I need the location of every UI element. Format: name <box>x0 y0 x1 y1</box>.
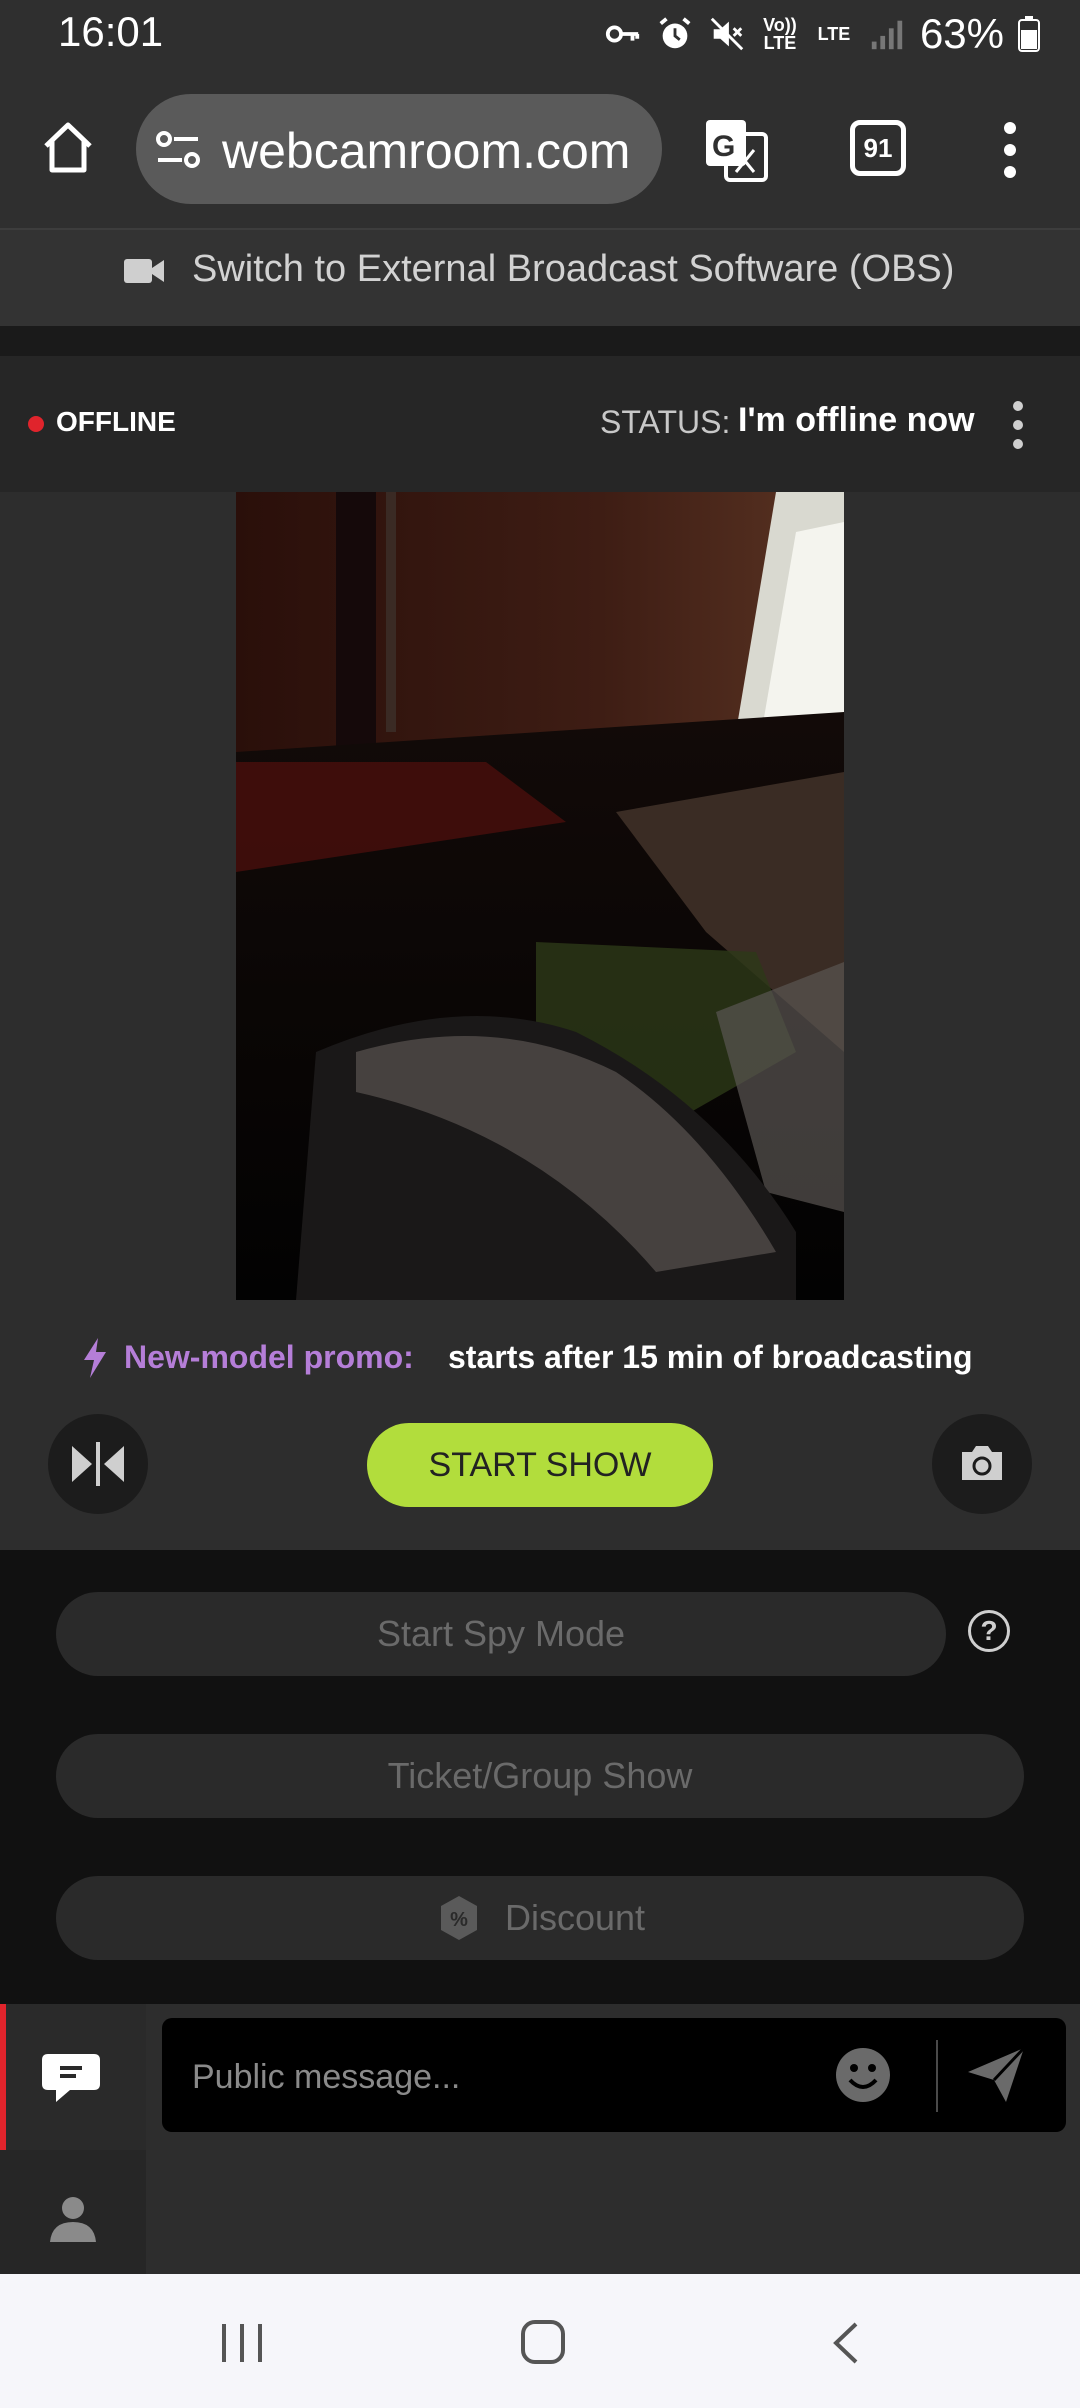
video-camera-icon <box>124 259 164 283</box>
home-nav-icon[interactable] <box>520 2318 566 2366</box>
tab-switcher-button[interactable]: 91 <box>850 120 906 176</box>
status-message[interactable]: I'm offline now <box>738 401 975 440</box>
lte-indicator: LTE <box>817 24 851 44</box>
start-show-button[interactable]: START SHOW <box>367 1423 713 1507</box>
clock-time: 16:01 <box>58 8 164 55</box>
url-text[interactable]: webcamroom.com <box>222 122 630 180</box>
translate-icon[interactable]: G <box>702 116 770 184</box>
status-more-icon[interactable] <box>1008 400 1028 450</box>
spy-mode-label: Start Spy Mode <box>376 1613 626 1654</box>
svg-text:G: G <box>712 130 735 163</box>
offline-indicator-dot <box>28 416 44 432</box>
emoji-icon[interactable] <box>834 2046 892 2104</box>
help-icon[interactable]: ? <box>968 1610 1010 1652</box>
user-icon <box>50 2197 96 2242</box>
switch-camera-button[interactable] <box>932 1414 1032 1514</box>
promo-text: starts after 15 min of broadcasting <box>448 1339 973 1375</box>
volte-indicator: Vo)) LTE <box>763 15 797 53</box>
home-icon[interactable] <box>40 120 96 176</box>
send-icon[interactable] <box>966 2046 1026 2104</box>
discount-button[interactable]: % Discount <box>56 1876 1024 1960</box>
public-message-input[interactable] <box>190 2040 794 2114</box>
ticket-group-show-button[interactable]: Ticket/Group Show <box>56 1734 1024 1818</box>
camera-preview <box>236 492 844 1300</box>
battery-icon <box>1018 16 1040 52</box>
status-icons: Vo)) LTE LTE 63% <box>604 10 1040 58</box>
ticket-show-label: Ticket/Group Show <box>387 1755 693 1796</box>
switch-camera-icon <box>962 1446 1002 1480</box>
recent-apps-icon[interactable] <box>220 2322 266 2364</box>
mirror-video-button[interactable] <box>48 1414 148 1514</box>
start-spy-mode-button[interactable]: Start Spy Mode <box>56 1592 946 1676</box>
chat-bubbles-icon <box>42 2054 100 2102</box>
broadcast-state: OFFLINE <box>56 406 176 437</box>
discount-label: Discount <box>504 1897 646 1938</box>
flip-horizontal-icon <box>72 1442 124 1486</box>
discount-symbol: % <box>450 1909 468 1931</box>
alarm-icon <box>659 17 691 49</box>
promo-label: New-model promo: <box>124 1339 414 1375</box>
more-options-icon[interactable] <box>998 120 1022 180</box>
back-icon[interactable] <box>830 2320 862 2366</box>
lightning-icon <box>84 1338 106 1378</box>
camera-preview-image <box>236 492 844 1300</box>
obs-switch-label[interactable]: Switch to External Broadcast Software (O… <box>192 248 954 291</box>
vpn-key-icon <box>605 25 640 43</box>
divider <box>936 2040 938 2112</box>
divider <box>0 326 1080 356</box>
mute-icon <box>710 17 744 51</box>
status-label: STATUS: <box>600 404 731 440</box>
site-settings-icon[interactable] <box>156 130 200 170</box>
discount-badge-icon: % <box>440 1896 477 1940</box>
battery-percent: 63% <box>919 10 1004 57</box>
signal-icon <box>871 20 903 50</box>
